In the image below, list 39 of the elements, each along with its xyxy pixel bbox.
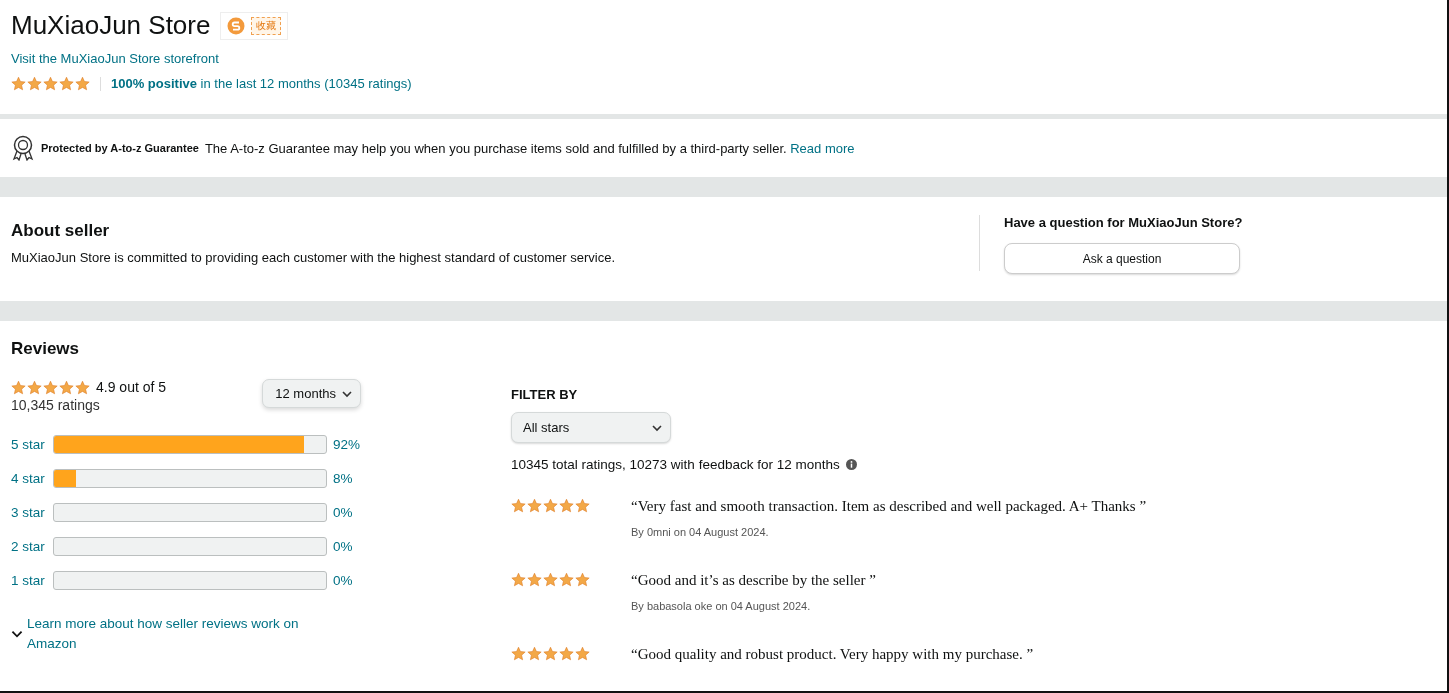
review-byline: By 0mni on 04 August 2024. (631, 526, 770, 538)
filter-label: FILTER BY (511, 387, 579, 402)
section-heading: About seller (11, 221, 111, 241)
average-rating: 4.9 out of 5 (96, 379, 167, 395)
percent-link[interactable]: 0% (333, 539, 353, 554)
star-filter-dropdown[interactable]: All stars (511, 412, 671, 443)
store-name: MuXiaoJun Store (11, 10, 211, 41)
star-filter-link[interactable]: 4 star (11, 471, 47, 486)
star-filter-link[interactable]: 2 star (11, 539, 47, 554)
review-byline: By babasola oke on 04 August 2024. (631, 600, 812, 612)
percent-link[interactable]: 92% (333, 437, 361, 452)
review-text: “Very fast and smooth transaction. Item as described and well packaged. A+ Thanks ” (631, 498, 1147, 515)
chevron-down-icon (652, 423, 662, 432)
star-filter-link[interactable]: 3 star (11, 505, 47, 520)
percent-link[interactable]: 0% (333, 573, 353, 588)
ratings-summary: 10345 total ratings, 10273 with feedback for 12 months (511, 457, 840, 472)
read-more-link[interactable]: Read more (790, 140, 855, 156)
review-text: “Good quality and robust product. Very happy with my purchase. ” (631, 646, 1034, 663)
star-filter-link[interactable]: 1 star (11, 573, 47, 588)
section-heading: Reviews (11, 339, 81, 359)
percent-link[interactable]: 0% (333, 505, 353, 520)
rating-summary: 100% positive in the last 12 months (10345 ratings) (111, 76, 412, 91)
question-heading: Have a question for MuXiaoJun Store? (1004, 215, 1243, 230)
storefront-link[interactable]: Visit the MuXiaoJun Store storefront (11, 51, 1436, 66)
guarantee-text: The A-to-z Guarantee may help you when you purchase items sold and fulfilled by a third-party seller. Read more (204, 140, 855, 156)
percent-link[interactable]: 8% (333, 471, 353, 486)
star-filter-link[interactable]: 5 star (11, 437, 47, 452)
learn-more-link[interactable]: Learn more about how seller reviews work on Amazon (27, 614, 317, 654)
guarantee-title: Protected by A-to-z Guarantee (41, 142, 199, 154)
ratings-count: 10,345 ratings (11, 397, 101, 413)
seller-description: MuXiaoJun Store is committed to providing each customer with the highest standard of customer service. (11, 250, 617, 265)
award-ribbon-icon (11, 135, 35, 161)
review-text: “Good and it’s as describe by the seller ” (631, 572, 876, 589)
info-icon (845, 459, 857, 470)
chevron-down-icon (342, 389, 352, 398)
ask-question-button[interactable]: Ask a question (1004, 243, 1240, 274)
store-logo-icon (227, 16, 246, 35)
period-dropdown[interactable]: 12 months (262, 379, 361, 408)
chevron-down-icon (11, 630, 23, 638)
